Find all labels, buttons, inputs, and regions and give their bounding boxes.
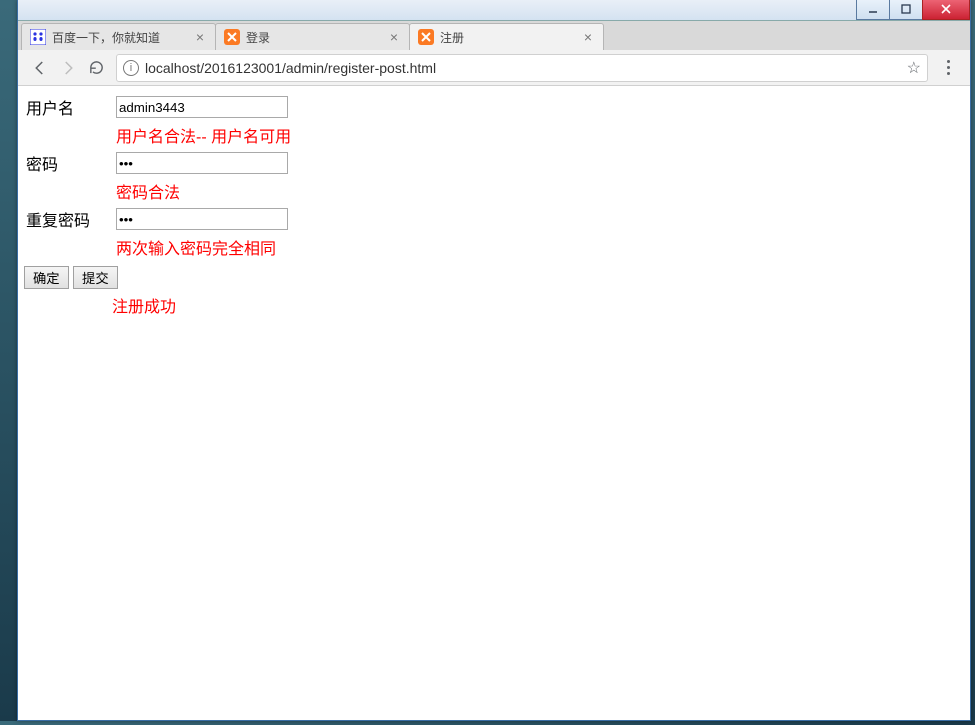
tab-close-icon[interactable]: × — [387, 30, 401, 44]
repeat-password-label: 重复密码 — [26, 206, 114, 232]
password-label: 密码 — [26, 150, 114, 176]
menu-dot-icon — [947, 72, 950, 75]
page-viewport: 用户名 用户名合法-- 用户名可用 密码 密码合法 重复密码 — [18, 86, 970, 720]
arrow-right-icon — [59, 59, 77, 77]
desktop-background-right — [971, 0, 975, 725]
desktop-background-bottom — [0, 721, 975, 725]
maximize-button[interactable] — [889, 0, 923, 20]
xampp-favicon-icon — [224, 29, 240, 45]
bookmark-star-icon[interactable]: ☆ — [907, 58, 921, 78]
reload-button[interactable] — [82, 54, 110, 82]
password-validation-msg: 密码合法 — [116, 178, 291, 204]
back-button[interactable] — [26, 54, 54, 82]
os-title-bar — [18, 0, 970, 21]
window-controls — [857, 0, 970, 20]
tab-title: 百度一下，你就知道 — [52, 29, 193, 46]
tab-strip: 百度一下，你就知道 × 登录 × 注册 × — [18, 21, 970, 50]
tab-title: 登录 — [246, 29, 387, 46]
register-page: 用户名 用户名合法-- 用户名可用 密码 密码合法 重复密码 — [18, 86, 970, 323]
minimize-button[interactable] — [856, 0, 890, 20]
repeat-password-input[interactable] — [116, 208, 288, 230]
username-label: 用户名 — [26, 94, 114, 120]
address-bar[interactable]: i localhost/2016123001/admin/register-po… — [116, 54, 928, 82]
register-form-table: 用户名 用户名合法-- 用户名可用 密码 密码合法 重复密码 — [24, 92, 293, 262]
browser-window: 百度一下，你就知道 × 登录 × 注册 × i — [17, 0, 971, 721]
browser-menu-button[interactable] — [934, 54, 962, 82]
result-message: 注册成功 — [112, 293, 964, 317]
reload-icon — [88, 59, 105, 76]
repeat-validation-msg: 两次输入密码完全相同 — [116, 234, 291, 260]
tab-login[interactable]: 登录 × — [215, 23, 410, 50]
url-text: localhost/2016123001/admin/register-post… — [145, 60, 901, 76]
password-input[interactable] — [116, 152, 288, 174]
site-info-icon[interactable]: i — [123, 60, 139, 76]
tab-baidu[interactable]: 百度一下，你就知道 × — [21, 23, 216, 50]
arrow-left-icon — [31, 59, 49, 77]
xampp-favicon-icon — [418, 29, 434, 45]
maximize-icon — [900, 3, 912, 15]
button-row: 确定 提交 — [24, 266, 964, 289]
submit-button[interactable]: 提交 — [73, 266, 118, 289]
tab-close-icon[interactable]: × — [193, 30, 207, 44]
tab-title: 注册 — [440, 29, 581, 46]
desktop-background-left — [0, 0, 17, 725]
tab-register[interactable]: 注册 × — [409, 23, 604, 50]
username-input[interactable] — [116, 96, 288, 118]
browser-toolbar: i localhost/2016123001/admin/register-po… — [18, 50, 970, 86]
forward-button[interactable] — [54, 54, 82, 82]
close-button[interactable] — [922, 0, 970, 20]
tab-close-icon[interactable]: × — [581, 30, 595, 44]
menu-dot-icon — [947, 60, 950, 63]
menu-dot-icon — [947, 66, 950, 69]
username-validation-msg: 用户名合法-- 用户名可用 — [116, 122, 291, 148]
baidu-favicon-icon — [30, 29, 46, 45]
close-icon — [940, 3, 952, 15]
ok-button[interactable]: 确定 — [24, 266, 69, 289]
minimize-icon — [867, 3, 879, 15]
